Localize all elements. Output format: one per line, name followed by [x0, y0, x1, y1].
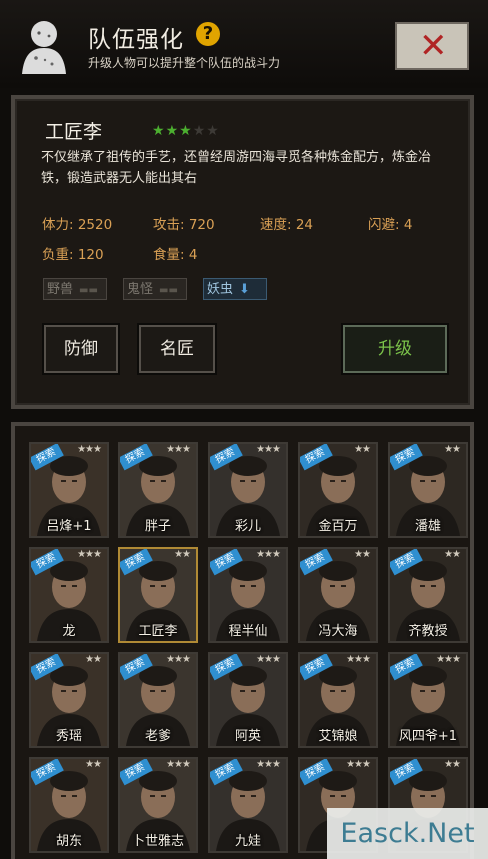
card-name: 胖子: [144, 519, 171, 534]
close-icon: ✕: [419, 26, 448, 66]
card-name: 阿英: [234, 729, 261, 744]
card-name: 齐教授: [408, 624, 448, 639]
roster-card[interactable]: 探索 ★★ 潘雄: [388, 442, 468, 538]
star-empty-icon: ★: [206, 123, 220, 139]
team-avatar-icon: [22, 21, 66, 74]
card-name: 潘雄: [414, 519, 441, 534]
stat-attack: 攻击: 720: [153, 217, 215, 233]
card-stars: ★★: [444, 444, 461, 455]
roster-card[interactable]: 探索 ★★ 冯大海: [298, 547, 378, 643]
star-icon: ★: [165, 123, 180, 139]
stat-speed: 速度: 24: [260, 217, 314, 233]
card-stars: ★★: [85, 654, 102, 665]
help-icon[interactable]: ?: [196, 22, 220, 46]
card-stars: ★★★: [166, 444, 191, 455]
card-stars: ★★: [85, 759, 102, 770]
page-title: 队伍强化: [88, 27, 184, 53]
card-name: 金百万: [318, 519, 358, 534]
card-name: 秀瑶: [55, 729, 82, 744]
card-stars: ★★★: [436, 654, 461, 665]
roster-card[interactable]: 探索 ★★ 金百万: [298, 442, 378, 538]
card-stars: ★★: [444, 549, 461, 560]
roster-card[interactable]: 探索 ★★ 秀瑶: [29, 652, 109, 748]
card-stars: ★★★: [256, 654, 281, 665]
roster-card[interactable]: 探索 ★★★ 风四爷+1: [388, 652, 468, 748]
roster-grid: 探索 ★★★ 吕烽+1 探索 ★★★ 胖子 探索 ★★★ 彩儿 探索 ★★ 金百万 探索 ★★ 潘雄 探索 ★★…: [11, 422, 474, 859]
card-name: 老爹: [144, 729, 171, 744]
card-stars: ★★: [354, 549, 371, 560]
card-name: 艾锦娘: [318, 729, 358, 744]
tag-insect[interactable]: 妖虫 ⬇: [203, 278, 267, 300]
roster-card[interactable]: 探索 ★★★ 彩儿: [208, 442, 288, 538]
stat-load: 负重: 120: [42, 247, 104, 263]
card-name: 九娃: [234, 834, 261, 849]
card-stars: ★★: [444, 759, 461, 770]
page-subtitle: 升级人物可以提升整个队伍的战斗力: [88, 56, 281, 70]
header-bar: 队伍强化 ? 升级人物可以提升整个队伍的战斗力 ✕: [0, 0, 488, 88]
card-name: 冯大海: [318, 624, 358, 639]
star-icon: ★: [152, 123, 166, 139]
stat-food: 食量: 4: [153, 247, 198, 263]
card-stars: ★★★: [77, 549, 102, 560]
watermark: Easck.Net: [327, 808, 488, 859]
card-name: 胡东: [55, 834, 82, 849]
card-name: 工匠李: [138, 624, 178, 639]
character-rating: ★★★★★: [152, 123, 220, 139]
card-stars: ★★★: [256, 759, 281, 770]
roster-card[interactable]: 探索 ★★★ 艾锦娘: [298, 652, 378, 748]
star-empty-icon: ★: [192, 123, 207, 139]
star-icon: ★: [179, 123, 193, 139]
card-name: 彩儿: [234, 519, 261, 534]
master-button[interactable]: 名匠: [139, 325, 215, 373]
roster-card[interactable]: 探索 ★★ 齐教授: [388, 547, 468, 643]
roster-card[interactable]: 探索 ★★★ 龙: [29, 547, 109, 643]
defense-button[interactable]: 防御: [44, 325, 118, 373]
card-name: 卜世雅志: [131, 834, 184, 849]
card-name: 吕烽+1: [46, 519, 92, 534]
character-description: 不仅继承了祖传的手艺，还曾经周游四海寻觅各种炼金配方，炼金冶铁，锻造武器无人能出…: [41, 150, 432, 186]
tag-ghost[interactable]: 鬼怪 ▬▬: [123, 278, 187, 300]
card-stars: ★★★: [77, 444, 102, 455]
roster-card[interactable]: 探索 ★★ 胡东: [29, 757, 109, 853]
card-stars: ★★★: [166, 759, 191, 770]
arrow-down-icon: ⬇: [239, 282, 250, 297]
stat-dodge: 闪避: 4: [368, 217, 413, 233]
card-stars: ★★: [354, 444, 371, 455]
card-name: 程半仙: [228, 624, 268, 639]
card-stars: ★★★: [346, 654, 371, 665]
roster-card[interactable]: 探索 ★★★ 九娃: [208, 757, 288, 853]
roster-card[interactable]: 探索 ★★★ 阿英: [208, 652, 288, 748]
close-button[interactable]: ✕: [395, 22, 469, 70]
roster-card[interactable]: 探索 ★★★ 胖子: [118, 442, 198, 538]
tag-beast[interactable]: 野兽 ▬▬: [43, 278, 107, 300]
card-stars: ★★★: [346, 759, 371, 770]
roster-card[interactable]: 探索 ★★ 工匠李: [118, 547, 198, 643]
card-stars: ★★★: [166, 654, 191, 665]
roster-card[interactable]: 探索 ★★★ 吕烽+1: [29, 442, 109, 538]
card-name: 风四爷+1: [398, 729, 458, 744]
card-stars: ★★★: [256, 549, 281, 560]
roster-card[interactable]: 探索 ★★★ 老爹: [118, 652, 198, 748]
roster-card[interactable]: 探索 ★★★ 程半仙: [208, 547, 288, 643]
stat-hp: 体力: 2520: [42, 217, 113, 233]
card-stars: ★★★: [256, 444, 281, 455]
upgrade-button[interactable]: 升级: [343, 325, 447, 373]
character-name: 工匠李: [45, 121, 103, 143]
card-name: 龙: [62, 624, 76, 639]
character-detail-panel: 工匠李 ★★★★★ 不仅继承了祖传的手艺，还曾经周游四海寻觅各种炼金配方，炼金冶…: [11, 95, 474, 409]
card-stars: ★★: [174, 549, 191, 560]
roster-card[interactable]: 探索 ★★★ 卜世雅志: [118, 757, 198, 853]
